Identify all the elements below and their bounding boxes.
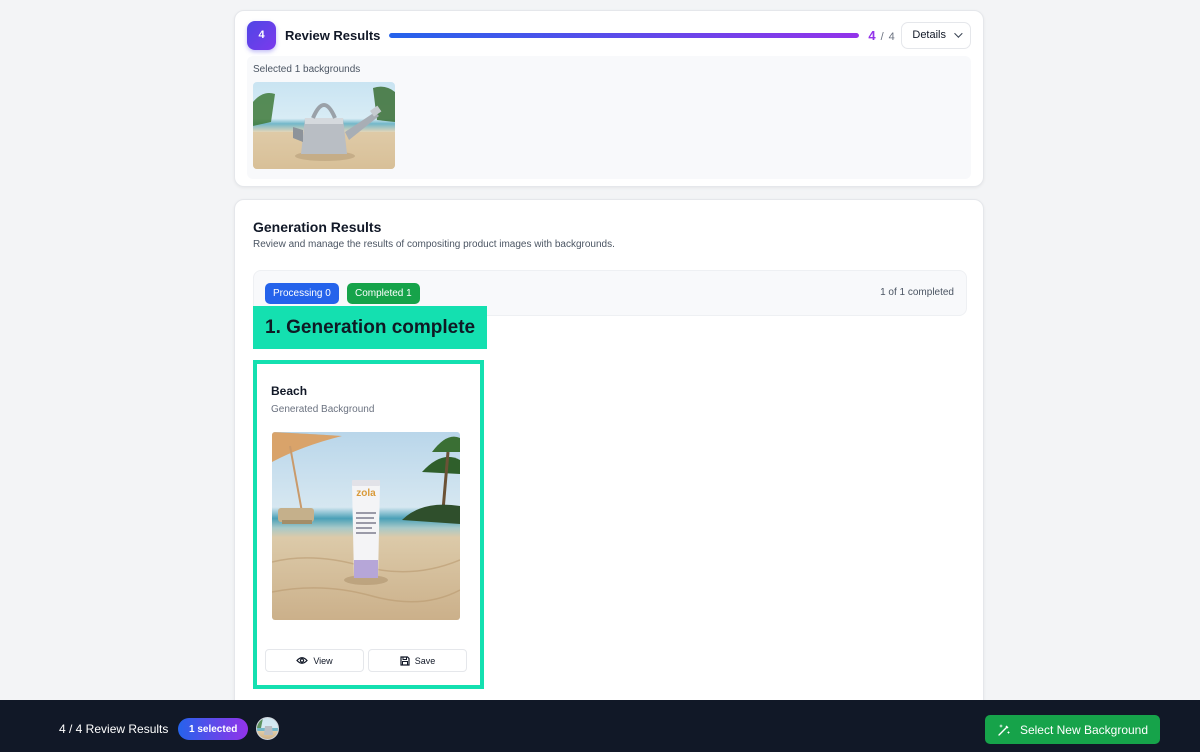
view-label: View: [313, 655, 333, 666]
result-card: Beach Generated Background zola View Sav…: [253, 360, 484, 689]
step-card: 4 Review Results 4 / 4 Details Selected …: [234, 10, 984, 187]
step-total: 4: [888, 30, 895, 43]
step-current: 4: [868, 27, 876, 43]
result-name: Beach: [271, 384, 308, 398]
beach-product-image: zola: [272, 432, 460, 603]
selected-count-badge: 1 selected: [178, 718, 249, 740]
selected-background-thumbnail[interactable]: [253, 82, 395, 169]
select-new-background-label: Select New Background: [1019, 722, 1149, 737]
save-label: Save: [414, 655, 436, 666]
results-title: Generation Results: [253, 219, 382, 235]
step-separator: /: [880, 30, 884, 43]
beach-thumbnail-icon: [257, 718, 278, 735]
select-new-background-button[interactable]: Select New Background: [985, 715, 1160, 744]
generation-results-card: Generation Results Review and manage the…: [234, 199, 984, 719]
result-image[interactable]: zola: [272, 432, 460, 620]
selected-background-avatar: [256, 717, 279, 740]
save-button[interactable]: Save: [368, 649, 467, 672]
details-label: Details: [912, 29, 946, 41]
bottom-bar: 4 / 4 Review Results 1 selected Select N…: [0, 700, 1200, 752]
step-progress-bar: [389, 32, 860, 38]
results-description: Review and manage the results of composi…: [253, 239, 615, 250]
step-number-badge: 4: [247, 20, 276, 50]
product-brand-text: zola: [356, 488, 376, 499]
processing-badge: Processing 0: [265, 283, 339, 304]
beach-watering-can-image: [253, 86, 395, 169]
view-button[interactable]: View: [265, 649, 364, 672]
completed-summary: 1 of 1 completed: [880, 287, 954, 298]
step-counter: 4 / 4: [868, 28, 894, 43]
result-subtitle: Generated Background: [271, 404, 375, 415]
bottom-step-label: 4 / 4 Review Results: [59, 722, 169, 736]
annotation-label: 1. Generation complete: [253, 306, 488, 349]
result-actions: View Save: [265, 649, 467, 672]
step-title: Review Results: [285, 27, 381, 43]
selected-backgrounds-panel: Selected 1 backgrounds: [247, 56, 971, 179]
completed-badge: Completed 1: [347, 283, 420, 304]
step-progress-fill: [389, 32, 860, 38]
eye-icon: [296, 657, 309, 664]
details-button[interactable]: Details: [901, 21, 971, 49]
magic-wand-icon: [998, 723, 1010, 736]
selected-backgrounds-text: Selected 1 backgrounds: [253, 64, 361, 75]
save-icon: [400, 655, 410, 666]
step-header: 4 Review Results 4 / 4 Details: [247, 20, 971, 50]
chevron-down-icon: [954, 29, 963, 38]
